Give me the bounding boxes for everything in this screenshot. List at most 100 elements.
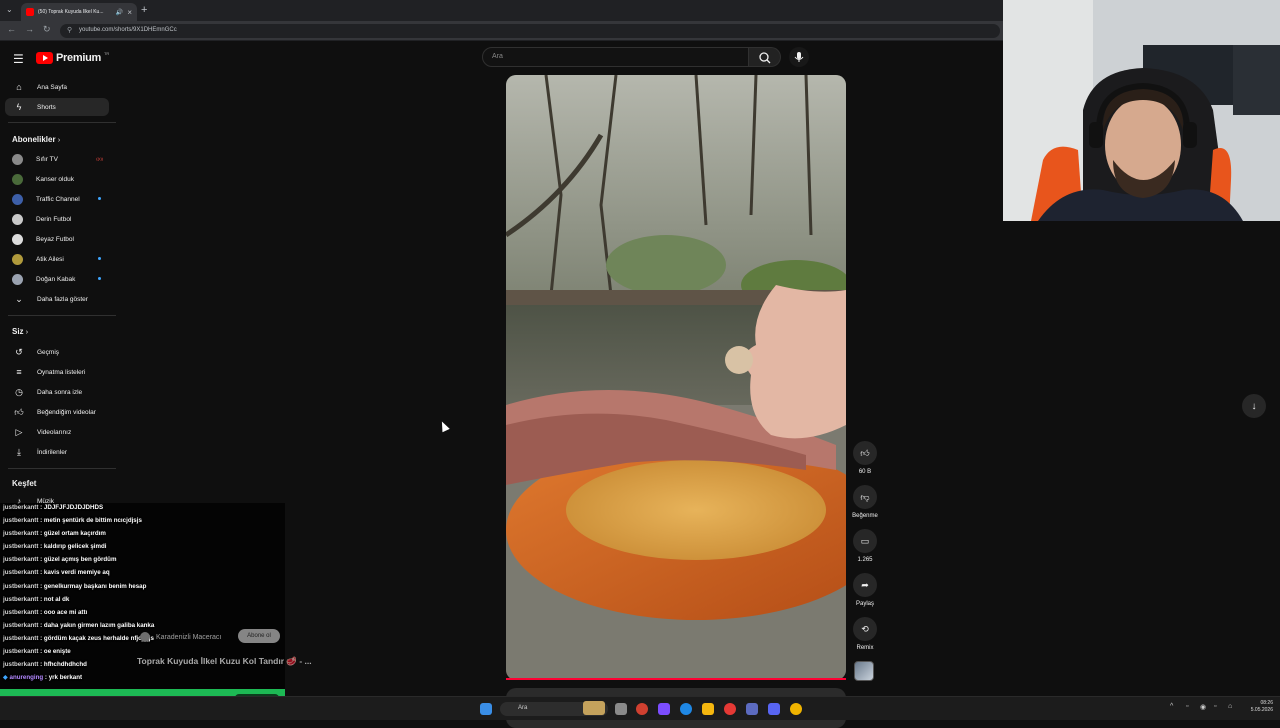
chat-message: justberkantt : gördüm kaçak zeus herhald… <box>3 635 154 642</box>
windows-start-icon[interactable] <box>480 703 492 715</box>
video-channel-info[interactable]: Karadenizli Maceracı <box>140 632 221 642</box>
url-text: youtube.com/shorts/9X1DHEmnGCc <box>79 27 177 33</box>
yandex-icon[interactable] <box>724 703 736 715</box>
tray-app-icon[interactable]: ◉ <box>1200 703 1206 711</box>
sidebar-item-label: Shorts <box>37 103 56 111</box>
sidebar-item-label: Videolarınız <box>37 428 72 436</box>
sidebar-item-subscription[interactable]: Sıfır TV ((•)) <box>5 150 109 168</box>
search-input[interactable]: Ara <box>482 47 749 67</box>
show-more-button[interactable]: ⌄ Daha fazla göster <box>5 290 109 308</box>
sidebar-item-label: Atik Ailesi <box>36 255 64 263</box>
voice-search-button[interactable] <box>789 47 809 67</box>
sidebar-item-downloads[interactable]: ⤓ İndirilenler <box>5 443 109 461</box>
taskbar-clock[interactable]: 08:26 5.05.2026 <box>1243 700 1273 714</box>
network-icon[interactable]: ⌂ <box>1228 703 1232 710</box>
search-icon <box>759 52 771 64</box>
dislike-label: Beğenme <box>852 513 878 519</box>
channel-avatar <box>12 153 23 165</box>
video-progress-bar[interactable] <box>506 678 846 680</box>
sidebar-item-subscription[interactable]: Derin Futbol <box>5 210 109 228</box>
sidebar-item-history[interactable]: ↺ Geçmiş <box>5 343 109 361</box>
logo-text: Premium <box>56 52 101 64</box>
sidebar-item-subscription[interactable]: Traffic Channel <box>5 190 109 208</box>
webcam-overlay <box>1003 0 1280 221</box>
tab-search-icon[interactable]: ⌄ <box>6 5 13 14</box>
shorts-video-player[interactable] <box>506 75 846 680</box>
sidebar-item-label: Daha sonra izle <box>37 388 83 396</box>
new-content-dot <box>98 257 101 260</box>
browser-tab-bar: ⌄ (50) Toprak Kuyuda İlkel Ku... 🔊 × + <box>0 0 1003 21</box>
subscribe-button[interactable]: Abone ol <box>238 629 280 643</box>
chrome-icon[interactable] <box>790 703 802 715</box>
back-icon[interactable]: ← <box>7 24 16 34</box>
comments-button[interactable]: ▭ 1.265 <box>852 529 878 563</box>
clock-date: 5.05.2026 <box>1250 707 1273 713</box>
chevron-down-icon: ⌄ <box>15 293 23 304</box>
chat-message: justberkantt : not al dk <box>3 596 70 603</box>
sidebar-item-playlists[interactable]: ≡ Oynatma listeleri <box>5 363 109 381</box>
sidebar-item-subscription[interactable]: Kanser olduk <box>5 170 109 188</box>
chat-message: justberkantt : güzel ortam kaçırdım <box>3 530 106 537</box>
sidebar-item-home[interactable]: ⌂ Ana Sayfa <box>5 78 109 96</box>
tray-app-icon[interactable]: ▫ <box>1186 703 1188 710</box>
sidebar-item-shorts[interactable]: ϟ Shorts <box>5 98 109 116</box>
sound-thumbnail[interactable] <box>854 661 874 681</box>
youtube-premium-logo[interactable]: Premium TR <box>36 51 109 65</box>
app-icon[interactable] <box>746 703 758 715</box>
file-explorer-icon[interactable] <box>702 703 714 715</box>
new-content-dot <box>98 197 101 200</box>
chat-message: justberkantt : kavis verdi memiye aq <box>3 569 110 576</box>
channel-avatar <box>12 253 23 265</box>
sidebar-item-your-videos[interactable]: ▷ Videolarınız <box>5 423 109 441</box>
thumbs-up-icon: 👍︎ <box>853 441 877 465</box>
sidebar-item-liked-videos[interactable]: 👍︎ Beğendiğim videolar <box>5 403 109 421</box>
download-icon: ⤓ <box>17 446 21 457</box>
windows-taskbar: Ara <box>0 696 1280 720</box>
sidebar-divider <box>8 315 116 316</box>
reload-icon[interactable]: ↻ <box>43 24 51 35</box>
sidebar-item-subscription[interactable]: Atik Ailesi <box>5 250 109 268</box>
video-title[interactable]: Toprak Kuyuda İlkel Kuzu Kol Tandır 🥩 - … <box>137 656 312 667</box>
subscriptions-heading[interactable]: Abonelikler › <box>12 135 60 144</box>
search-button[interactable] <box>749 47 781 67</box>
comment-count: 1.265 <box>857 557 873 563</box>
playlist-icon: ≡ <box>16 367 22 377</box>
tray-app-icon[interactable]: ▫ <box>1214 703 1216 710</box>
share-button[interactable]: ➦ Paylaş <box>852 573 878 607</box>
remix-label: Remix <box>856 645 874 651</box>
clock-icon: ◷ <box>15 386 23 397</box>
like-button[interactable]: 👍︎ 60 B <box>852 441 878 475</box>
chat-message: justberkantt : güzel açmış ben gördüm <box>3 556 117 563</box>
remix-button[interactable]: ⟲ Remix <box>852 617 878 651</box>
tray-chevron-icon[interactable]: ^ <box>1170 703 1173 710</box>
sidebar-item-subscription[interactable]: Beyaz Futbol <box>5 230 109 248</box>
edge-icon[interactable] <box>680 703 692 715</box>
chat-message: justberkantt : hfhchdhdhchd <box>3 661 87 668</box>
sidebar-item-subscription[interactable]: Doğan Kabak <box>5 270 109 288</box>
chat-badge-icon: ◆ <box>3 674 8 681</box>
tab-title: (50) Toprak Kuyuda İlkel Ku... <box>38 9 104 15</box>
chat-message: justberkantt : oe enişte <box>3 648 71 655</box>
browser-tab[interactable]: (50) Toprak Kuyuda İlkel Ku... 🔊 × <box>21 3 137 21</box>
forward-icon[interactable]: → <box>25 24 34 34</box>
site-info-icon[interactable]: ⚲ <box>67 26 72 34</box>
next-video-button[interactable]: ↓ <box>1242 394 1266 418</box>
discord-icon[interactable] <box>768 703 780 715</box>
video-frame <box>506 75 846 680</box>
channel-avatar <box>140 632 150 642</box>
task-view-icon[interactable] <box>615 703 627 715</box>
dislike-button[interactable]: 👎︎ Beğenme <box>852 485 878 519</box>
new-tab-button[interactable]: + <box>141 4 147 16</box>
you-heading[interactable]: Siz › <box>12 327 28 336</box>
chat-message: justberkantt : daha yakın girmen lazım g… <box>3 622 155 629</box>
url-field[interactable]: ⚲ youtube.com/shorts/9X1DHEmnGCc <box>60 24 1000 38</box>
taskbar-search-label: Ara <box>518 705 528 711</box>
opera-icon[interactable] <box>636 703 648 715</box>
remix-icon: ⟲ <box>853 617 877 641</box>
sidebar-item-watch-later[interactable]: ◷ Daha sonra izle <box>5 383 109 401</box>
app-icon[interactable] <box>658 703 670 715</box>
hamburger-menu-icon[interactable]: ☰ <box>13 52 24 66</box>
share-icon: ➦ <box>853 573 877 597</box>
home-icon: ⌂ <box>16 82 22 92</box>
tab-close-icon[interactable]: × <box>127 8 132 17</box>
